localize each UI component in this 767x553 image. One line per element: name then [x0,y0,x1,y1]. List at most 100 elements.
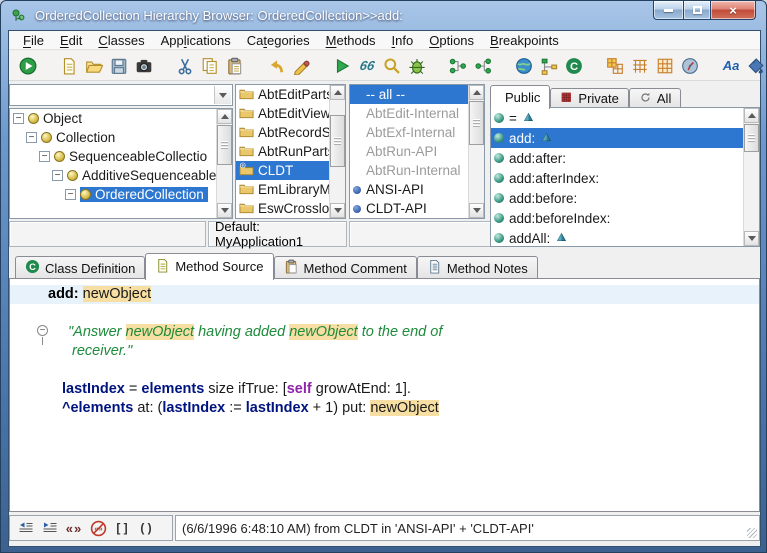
method-item[interactable]: add:beforeIndex: [491,208,759,228]
insert-quotes-icon[interactable]: «» [62,517,86,539]
class-browser-icon[interactable]: C [563,55,585,77]
method-source-editor[interactable]: add: newObject "Answer newObject having … [9,278,760,512]
method-item[interactable]: = [491,108,759,128]
grid-columns-icon[interactable] [629,55,651,77]
tab-public[interactable]: Public [490,85,550,109]
resize-grip[interactable] [747,528,757,538]
tree-expander-icon[interactable]: − [52,170,63,181]
menu-edit[interactable]: Edit [52,32,90,49]
method-item[interactable]: add:after: [491,148,759,168]
method-item[interactable]: add: [491,128,759,148]
run-workspace-icon[interactable] [17,55,39,77]
tree-expander-icon[interactable]: − [65,189,76,200]
menu-options[interactable]: Options [421,32,482,49]
insert-brackets-icon[interactable]: [ ] [110,517,134,539]
grid-full-icon[interactable] [654,55,676,77]
status-field: (6/6/1996 6:48:10 AM) from CLDT in 'ANSI… [175,515,760,541]
tree-item[interactable]: −AdditiveSequenceable [10,166,232,185]
scroll-up-button[interactable] [330,85,345,100]
scroll-down-button[interactable] [217,203,232,218]
class-tree-scrollbar[interactable] [216,109,232,218]
category-item[interactable]: AbtEdit-Internal [350,104,484,123]
remove-quotes-icon[interactable]: «» [86,517,110,539]
collapse-hierarchy-icon[interactable] [447,55,469,77]
scroll-thumb[interactable] [330,115,345,167]
undo-icon[interactable] [265,55,287,77]
class-visibility-radios [10,222,205,246]
tree-item[interactable]: −Object [10,109,232,128]
toolbar-group [17,55,42,77]
tree-item[interactable]: −OrderedCollection [10,185,232,204]
tree-expander-icon[interactable]: − [39,151,50,162]
scroll-up-button[interactable] [744,108,759,123]
font-Aa-icon[interactable]: Aa [720,55,742,77]
menu-info[interactable]: Info [384,32,422,49]
category-item[interactable]: AbtRun-API [350,142,484,161]
open-file-icon[interactable] [83,55,105,77]
applications-scrollbar[interactable] [329,85,345,218]
tab-private[interactable]: Private [550,88,628,109]
scroll-down-button[interactable] [330,203,345,218]
category-item[interactable]: AbtRun-Internal [350,161,484,180]
run-play-icon[interactable] [331,55,353,77]
scroll-thumb[interactable] [744,124,759,152]
debug-bug-icon[interactable] [406,55,428,77]
screenshot-camera-icon[interactable] [133,55,155,77]
paste-icon[interactable] [224,55,246,77]
tree-expander-icon[interactable]: − [13,113,24,124]
categories-scrollbar[interactable] [468,85,484,218]
method-item[interactable]: add:before: [491,188,759,208]
menu-classes[interactable]: Classes [90,32,152,49]
scroll-up-button[interactable] [217,109,232,124]
compass-icon[interactable] [679,55,701,77]
menu-categories[interactable]: Categories [239,32,318,49]
combo-dropdown-button[interactable] [214,86,231,104]
grid-add-icon[interactable] [604,55,626,77]
scroll-thumb[interactable] [217,125,232,165]
scroll-thumb[interactable] [469,101,484,145]
new-document-icon[interactable] [58,55,80,77]
menu-methods[interactable]: Methods [318,32,384,49]
titlebar[interactable]: OrderedCollection Hierarchy Browser: Ord… [1,1,766,30]
minimize-button[interactable] [653,1,683,20]
menu-file[interactable]: File [15,32,52,49]
tree-hierarchy-icon[interactable] [538,55,560,77]
tab-all[interactable]: All [629,88,681,109]
method-item[interactable]: add:afterIndex: [491,168,759,188]
class-filter-combo[interactable] [9,84,233,106]
close-button[interactable]: × [711,1,756,20]
copy-icon[interactable] [199,55,221,77]
outdent-icon[interactable] [14,517,38,539]
tree-item[interactable]: −SequenceableCollectio [10,147,232,166]
method-item[interactable]: addAll: [491,228,759,247]
tab-class-definition[interactable]: CClass Definition [15,256,145,280]
cut-icon[interactable] [174,55,196,77]
methods-scrollbar[interactable] [743,108,759,246]
private-grid-icon [560,91,573,107]
scroll-down-button[interactable] [469,203,484,218]
category-item[interactable]: ANSI-API [350,180,484,199]
category-item[interactable]: CLDT-API [350,199,484,218]
maximize-button[interactable] [683,1,711,20]
tree-expander-icon[interactable]: − [26,132,37,143]
scroll-up-button[interactable] [469,85,484,100]
category-item[interactable]: AbtExf-Internal [350,123,484,142]
browse-glasses-icon[interactable]: 66 [356,55,378,77]
indent-icon[interactable] [38,517,62,539]
insert-parens-icon[interactable]: ( ) [134,517,158,539]
highlight-pen-icon[interactable] [290,55,312,77]
expand-hierarchy-icon[interactable] [472,55,494,77]
tree-item[interactable]: −Collection [10,128,232,147]
fold-marker[interactable]: − [37,325,48,336]
tab-method-comment[interactable]: Method Comment [274,256,417,280]
scroll-down-button[interactable] [744,231,759,246]
save-icon[interactable] [108,55,130,77]
globe-icon[interactable] [513,55,535,77]
fill-color-icon[interactable] [745,55,767,77]
menu-applications[interactable]: Applications [153,32,239,49]
tab-method-notes[interactable]: Method Notes [417,256,538,280]
category-item[interactable]: -- all -- [350,85,484,104]
search-icon[interactable] [381,55,403,77]
menu-breakpoints[interactable]: Breakpoints [482,32,567,49]
tab-method-source[interactable]: Method Source [145,253,273,280]
